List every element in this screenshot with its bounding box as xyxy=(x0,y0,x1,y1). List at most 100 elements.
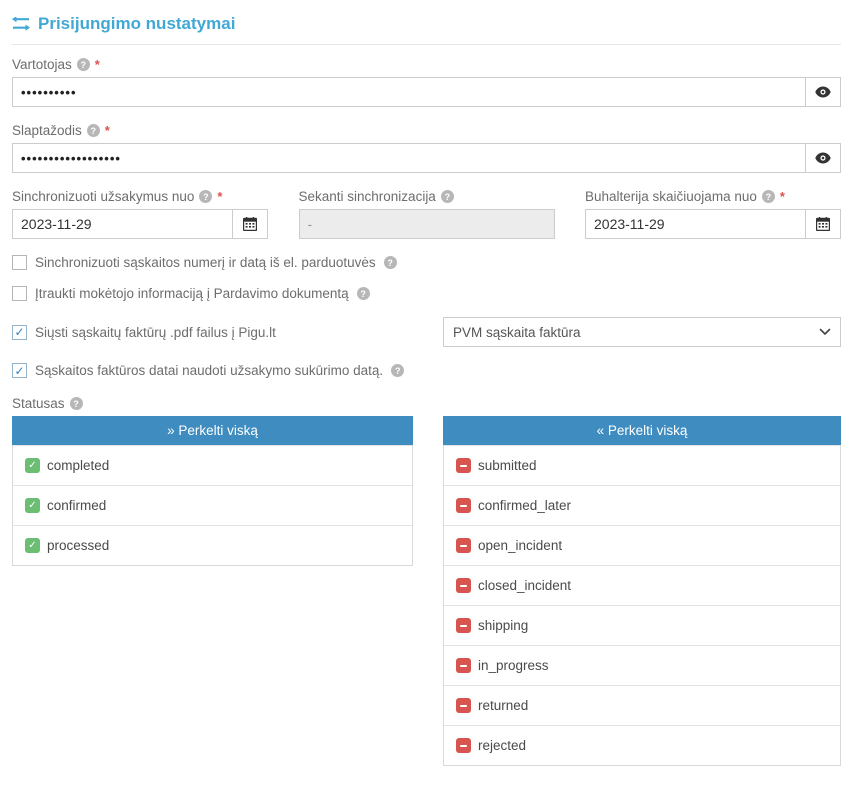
checkbox-row-send-pdf-invoices[interactable]: Siųsti sąskaitų faktūrų .pdf failus į Pi… xyxy=(12,325,276,340)
minus-square-icon xyxy=(456,658,471,673)
transfer-all-left-label: « Perkelti viską xyxy=(597,423,688,438)
sync-from-label: Sinchronizuoti užsakymus nuo xyxy=(12,189,194,204)
transfer-all-right-button[interactable]: » Perkelti viską xyxy=(12,416,413,445)
accounting-from-datepicker-button[interactable] xyxy=(805,209,841,239)
statusas-label: Statusas xyxy=(12,396,65,411)
checkbox-row-invoice-date-order-date[interactable]: Sąskaitos faktūros datai naudoti užsakym… xyxy=(12,363,841,378)
status-item[interactable]: submitted xyxy=(444,445,840,485)
status-item-label: confirmed_later xyxy=(478,498,571,513)
status-item-label: rejected xyxy=(478,738,526,753)
calendar-icon xyxy=(816,217,830,231)
status-item-label: returned xyxy=(478,698,528,713)
status-item[interactable]: confirmed_later xyxy=(444,485,840,525)
help-icon[interactable] xyxy=(762,190,775,203)
status-item-label: in_progress xyxy=(478,658,549,673)
available-status-list: submitted confirmed_later open_incident xyxy=(443,445,841,766)
minus-square-icon xyxy=(456,578,471,593)
minus-square-icon xyxy=(456,498,471,513)
status-item[interactable]: open_incident xyxy=(444,525,840,565)
required-asterisk xyxy=(217,189,222,204)
transfer-all-right-label: » Perkelti viską xyxy=(167,423,258,438)
next-sync-input xyxy=(299,209,555,239)
toggle-user-visibility-button[interactable] xyxy=(805,77,841,107)
available-statuses-panel: « Perkelti viską submitted confirmed_lat… xyxy=(443,416,841,766)
check-square-icon xyxy=(25,538,40,553)
transfer-all-left-button[interactable]: « Perkelti viską xyxy=(443,416,841,445)
minus-square-icon xyxy=(456,458,471,473)
next-sync-field-group: Sekanti sinchronizacija xyxy=(299,189,555,239)
help-icon[interactable] xyxy=(199,190,212,203)
checkbox[interactable] xyxy=(12,255,27,270)
checkbox[interactable] xyxy=(12,325,27,340)
checkbox-row-include-payer-info[interactable]: Įtraukti mokėtojo informaciją į Pardavim… xyxy=(12,286,841,301)
status-item-label: open_incident xyxy=(478,538,562,553)
checkbox-label: Sąskaitos faktūros datai naudoti užsakym… xyxy=(35,363,383,378)
help-icon[interactable] xyxy=(384,256,397,269)
status-item[interactable]: returned xyxy=(444,685,840,725)
checkbox-label: Siųsti sąskaitų faktūrų .pdf failus į Pi… xyxy=(35,325,276,340)
help-icon[interactable] xyxy=(77,58,90,71)
dates-row: Sinchronizuoti užsakymus nuo xyxy=(12,189,841,239)
checkbox-label: Įtraukti mokėtojo informaciją į Pardavim… xyxy=(35,286,349,301)
help-icon[interactable] xyxy=(87,124,100,137)
status-item[interactable]: confirmed xyxy=(13,485,412,525)
accounting-from-field-group: Buhalterija skaičiuojama nuo xyxy=(585,189,841,239)
user-label: Vartotojas xyxy=(12,57,72,72)
status-item[interactable]: in_progress xyxy=(444,645,840,685)
calendar-icon xyxy=(243,217,257,231)
status-item[interactable]: processed xyxy=(13,525,412,565)
status-transfer-widget: » Perkelti viską completed confirmed xyxy=(12,416,841,766)
check-square-icon xyxy=(25,498,40,513)
status-item-label: processed xyxy=(47,538,109,553)
minus-square-icon xyxy=(456,738,471,753)
checkbox-label: Sinchronizuoti sąskaitos numerį ir datą … xyxy=(35,255,376,270)
status-item-label: confirmed xyxy=(47,498,106,513)
section-title: Prisijungimo nustatymai xyxy=(38,14,235,34)
accounting-from-label: Buhalterija skaičiuojama nuo xyxy=(585,189,757,204)
minus-square-icon xyxy=(456,698,471,713)
toggle-password-visibility-button[interactable] xyxy=(805,143,841,173)
minus-square-icon xyxy=(456,618,471,633)
selected-statuses-panel: » Perkelti viską completed confirmed xyxy=(12,416,413,566)
minus-square-icon xyxy=(456,538,471,553)
checkbox[interactable] xyxy=(12,363,27,378)
status-item[interactable]: closed_incident xyxy=(444,565,840,605)
status-item-label: shipping xyxy=(478,618,528,633)
section-header-link[interactable]: Prisijungimo nustatymai xyxy=(12,10,841,44)
eye-icon xyxy=(815,86,831,98)
eye-icon xyxy=(815,152,831,164)
invoice-type-select[interactable]: PVM sąskaita faktūra xyxy=(443,317,841,347)
send-pdf-row: Siųsti sąskaitų faktūrų .pdf failus į Pi… xyxy=(12,317,841,347)
status-item[interactable]: shipping xyxy=(444,605,840,645)
status-item-label: submitted xyxy=(478,458,537,473)
invoice-type-selected-value: PVM sąskaita faktūra xyxy=(453,325,581,340)
password-field-group: Slaptažodis xyxy=(12,123,841,173)
check-square-icon xyxy=(25,458,40,473)
status-item-label: completed xyxy=(47,458,109,473)
help-icon[interactable] xyxy=(70,397,83,410)
next-sync-label: Sekanti sinchronizacija xyxy=(299,189,436,204)
status-item[interactable]: completed xyxy=(13,445,412,485)
chevron-down-icon xyxy=(819,328,831,336)
user-input[interactable] xyxy=(12,77,806,107)
connection-settings-panel: Prisijungimo nustatymai Vartotojas xyxy=(0,0,858,776)
user-field-group: Vartotojas xyxy=(12,57,841,107)
help-icon[interactable] xyxy=(357,287,370,300)
required-asterisk xyxy=(105,123,110,138)
checkbox[interactable] xyxy=(12,286,27,301)
accounting-from-date-input[interactable] xyxy=(585,209,806,239)
password-input[interactable] xyxy=(12,143,806,173)
sync-from-date-input[interactable] xyxy=(12,209,233,239)
status-item[interactable]: rejected xyxy=(444,725,840,765)
divider xyxy=(12,44,841,45)
sync-from-datepicker-button[interactable] xyxy=(232,209,268,239)
required-asterisk xyxy=(95,57,100,72)
required-asterisk xyxy=(780,189,785,204)
help-icon[interactable] xyxy=(441,190,454,203)
checkbox-row-sync-invoice-number[interactable]: Sinchronizuoti sąskaitos numerį ir datą … xyxy=(12,255,841,270)
status-item-label: closed_incident xyxy=(478,578,571,593)
statusas-label-row: Statusas xyxy=(12,396,841,411)
help-icon[interactable] xyxy=(391,364,404,377)
selected-status-list: completed confirmed processed xyxy=(12,445,413,566)
password-label: Slaptažodis xyxy=(12,123,82,138)
